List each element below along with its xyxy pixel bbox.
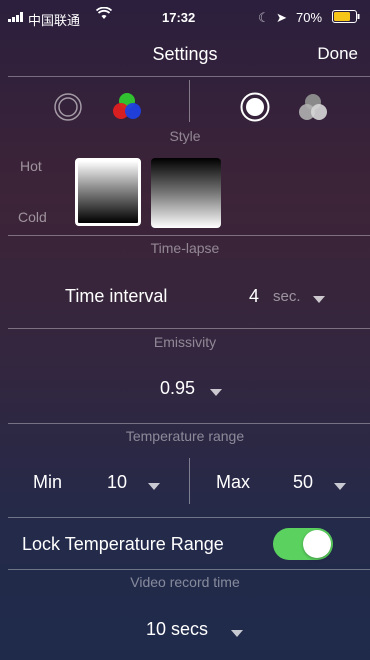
moon-icon: ☾ [258,10,270,25]
carrier-name: 中国联通 [28,13,81,28]
min-dropdown-icon[interactable] [148,478,160,496]
status-bar: 中国联通 17:32 ☾ ➤ 70% [0,0,370,34]
divider [8,569,370,570]
white-hot-swatch[interactable] [75,158,141,226]
time-interval-dropdown-icon[interactable] [313,291,325,309]
page-title: Settings [152,44,218,64]
max-dropdown-icon[interactable] [334,478,346,496]
video-record-time-dropdown-icon[interactable] [231,625,243,643]
min-label: Min [33,472,63,492]
gray-circles-icon[interactable] [296,91,330,125]
emissivity-dropdown-icon[interactable] [210,384,222,402]
battery-percent: 70% [296,10,323,25]
time-interval-unit: sec. [273,288,301,305]
time-interval-value[interactable]: 4 [249,286,259,307]
lock-temperature-range-label: Lock Temperature Range [22,534,224,554]
lock-temperature-range-toggle[interactable] [273,528,333,560]
style-caption: Style [169,128,201,144]
max-value[interactable]: 50 [293,472,313,493]
timelapse-caption: Time-lapse [150,240,220,256]
style-separator [189,80,190,122]
time-interval-label: Time interval [65,286,168,306]
monochrome-circle-icon[interactable] [54,93,82,121]
rgb-color-icon[interactable] [110,90,144,124]
wifi-icon [95,6,113,23]
divider [8,328,370,329]
divider [8,76,370,77]
signal-icon [8,10,26,25]
toggle-knob [303,530,331,558]
done-button[interactable]: Done [317,44,358,64]
range-separator [189,458,190,504]
video-record-time-caption: Video record time [130,574,240,590]
location-icon: ➤ [276,10,287,25]
max-label: Max [216,472,251,492]
emissivity-value[interactable]: 0.95 [160,378,195,399]
video-record-time-value[interactable]: 10 secs [146,619,208,640]
hot-label: Hot [20,158,42,174]
white-circle-icon[interactable] [240,92,270,122]
divider [8,517,370,518]
divider [8,235,370,236]
cold-label: Cold [18,209,47,225]
emissivity-caption: Emissivity [153,334,217,350]
clock: 17:32 [162,10,196,25]
divider [8,423,370,424]
min-value[interactable]: 10 [107,472,127,493]
battery-icon [332,10,362,26]
temperature-range-caption: Temperature range [125,428,245,444]
black-hot-swatch[interactable] [151,158,221,228]
